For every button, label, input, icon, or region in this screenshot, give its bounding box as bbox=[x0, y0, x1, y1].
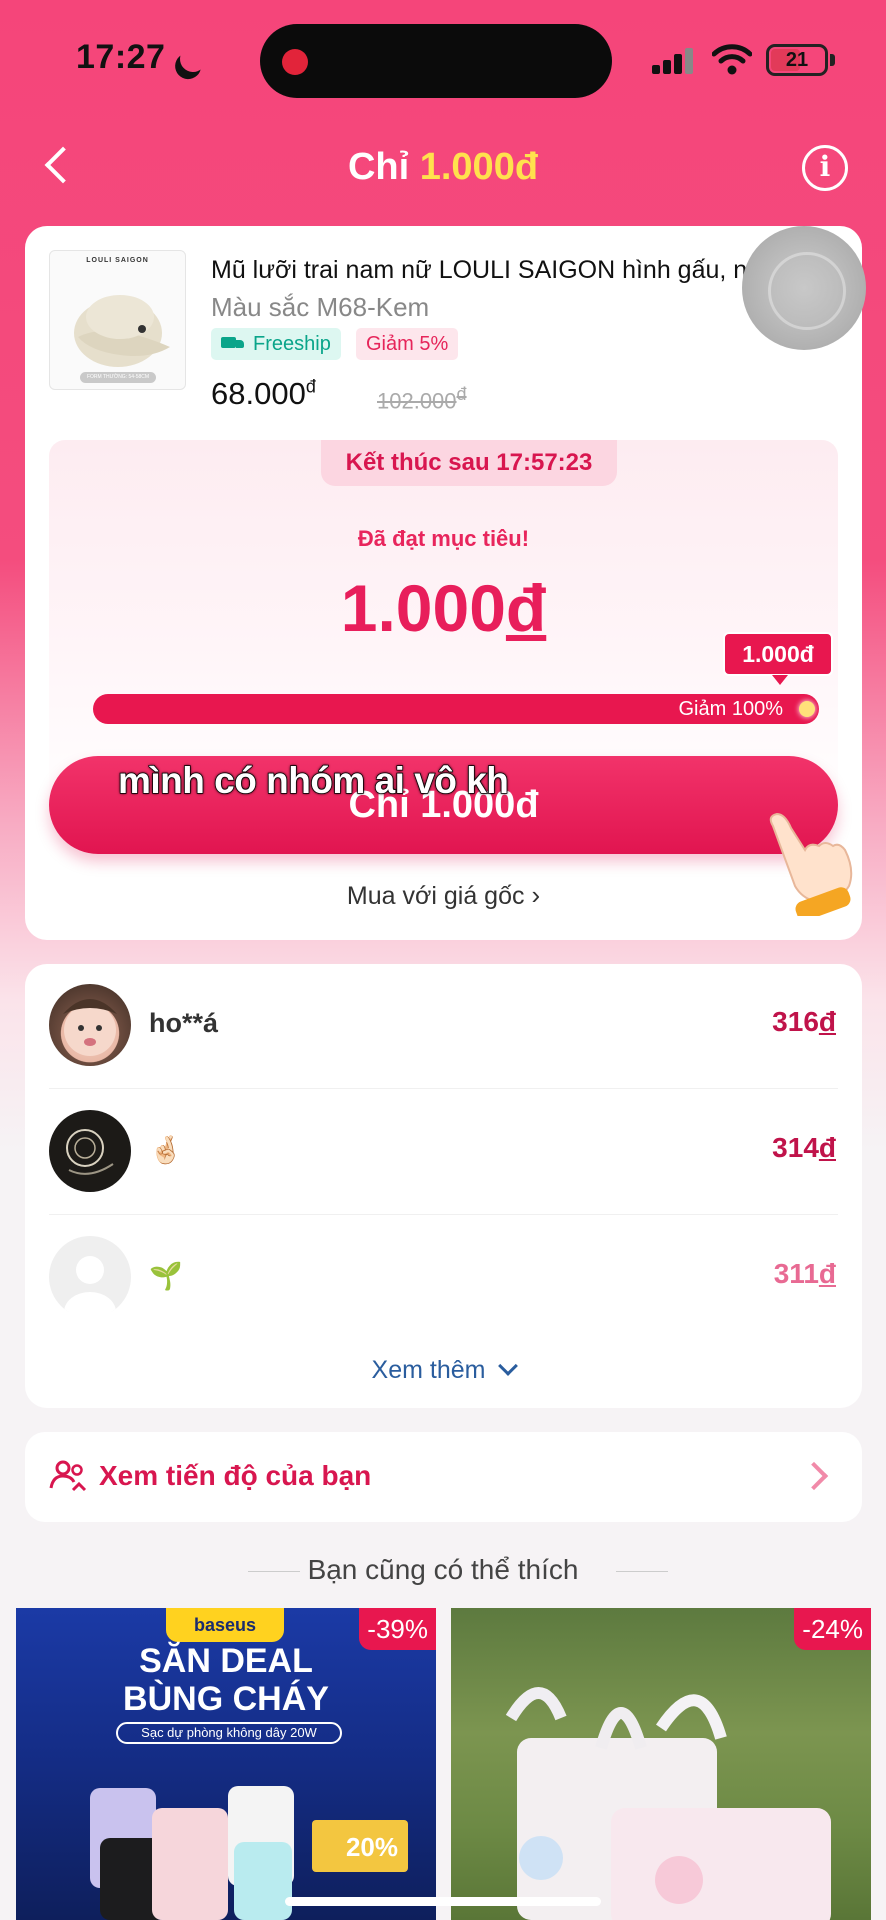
chevron-right-icon bbox=[799, 1461, 829, 1491]
voucher-badge: 20% bbox=[312, 1820, 408, 1872]
list-item[interactable]: ho**á 316đ bbox=[25, 964, 862, 1088]
chevron-down-icon bbox=[498, 1356, 519, 1376]
participant-amount-currency: đ bbox=[818, 1258, 836, 1289]
brand-logo: baseus bbox=[166, 1608, 284, 1642]
recommended-product-card[interactable]: baseus -39% SĂN DEAL BÙNG CHÁY Sạc dự ph… bbox=[16, 1608, 436, 1920]
list-item[interactable]: 🤞🏻 314đ bbox=[25, 1090, 862, 1214]
product-variant: Màu sắc M68-Kem bbox=[211, 292, 430, 322]
battery-icon: 21 bbox=[766, 44, 828, 76]
participants-list: ho**á 316đ 🤞🏻 314đ 🌱 311đ Xem thêm bbox=[25, 964, 862, 1408]
participant-amount-value: 311 bbox=[773, 1258, 819, 1289]
buy-original-price-link[interactable]: Mua với giá gốc › bbox=[25, 880, 862, 911]
promo-line-2: BÙNG CHÁY bbox=[123, 1680, 329, 1718]
promo-line-1: SĂN DEAL bbox=[139, 1642, 313, 1680]
status-time: 17:27 bbox=[76, 38, 166, 76]
truck-icon bbox=[221, 337, 245, 351]
divider bbox=[49, 1214, 838, 1215]
cap-image bbox=[74, 295, 170, 367]
avatar bbox=[49, 1236, 131, 1312]
recommend-section-title: Bạn cũng có thể thích bbox=[0, 1554, 886, 1586]
divider bbox=[49, 1088, 838, 1089]
status-bar: 17:27 21 bbox=[0, 0, 886, 120]
progress-knob bbox=[799, 701, 815, 717]
tote-bag-image bbox=[505, 1687, 831, 1920]
participant-name: ho**á bbox=[149, 1008, 219, 1038]
thumb-tag: FORM THƯỜNG: 54-58CM bbox=[80, 372, 156, 383]
freeship-badge: Freeship bbox=[211, 328, 341, 360]
progress-label: Giảm 100% bbox=[678, 698, 784, 720]
participant-name: 🌱 bbox=[149, 1261, 183, 1291]
current-price: 68.000đ bbox=[211, 376, 316, 412]
list-item[interactable]: 🌱 311đ bbox=[25, 1216, 862, 1312]
chevron-right-icon: › bbox=[531, 880, 541, 910]
participant-amount-value: 314 bbox=[772, 1132, 819, 1163]
participant-amount: 311đ bbox=[774, 1258, 836, 1290]
battery-cap bbox=[830, 54, 835, 66]
users-icon bbox=[49, 1460, 87, 1492]
progress-bubble: 1.000đ bbox=[723, 632, 833, 685]
participant-amount-currency: đ bbox=[818, 1132, 836, 1163]
avatar bbox=[49, 1110, 131, 1192]
my-progress-label: Xem tiến độ của bạn bbox=[99, 1460, 372, 1491]
moon-icon bbox=[176, 42, 209, 75]
participant-amount-value: 316 bbox=[772, 1006, 819, 1037]
wifi-icon bbox=[712, 44, 752, 75]
title-price: 1.000đ bbox=[419, 146, 539, 188]
discount-badge: Giảm 5% bbox=[356, 328, 459, 360]
see-more-label: Xem thêm bbox=[371, 1356, 486, 1384]
cellular-signal-icon bbox=[652, 48, 694, 74]
goal-amount-currency: đ bbox=[505, 571, 547, 645]
power-bank-image bbox=[152, 1808, 228, 1920]
recommended-product-card[interactable]: -24% bbox=[451, 1608, 871, 1920]
home-indicator[interactable] bbox=[285, 1897, 601, 1906]
freeship-label: Freeship bbox=[253, 333, 331, 355]
progress-bar: Giảm 100% bbox=[93, 694, 819, 724]
participant-name: 🤞🏻 bbox=[149, 1135, 183, 1165]
video-caption: mình có nhóm ai vô kh bbox=[117, 759, 509, 802]
recording-dot-icon bbox=[282, 49, 308, 75]
goal-amount-value: 1.000 bbox=[340, 571, 506, 645]
original-price: 102.000đ bbox=[377, 384, 467, 414]
participant-amount-currency: đ bbox=[818, 1006, 836, 1037]
floating-assistive-button[interactable] bbox=[742, 226, 866, 350]
current-price-currency: đ bbox=[305, 376, 316, 397]
voucher-value: 20% bbox=[345, 1832, 398, 1862]
power-bank-image bbox=[234, 1842, 292, 1920]
product-name[interactable]: Mũ lưỡi trai nam nữ LOULI SAIGON hình gấ… bbox=[211, 256, 831, 285]
product-thumbnail[interactable]: LOULI SAIGON FORM THƯỜNG: 54-58CM bbox=[49, 250, 186, 390]
page-title: Chỉ 1.000đ bbox=[0, 146, 886, 189]
avatar bbox=[49, 984, 131, 1066]
original-price-currency: đ bbox=[456, 384, 467, 404]
battery-level: 21 bbox=[785, 49, 809, 71]
participant-amount: 316đ bbox=[772, 1006, 836, 1038]
goal-reached-text: Đã đạt mục tiêu! bbox=[357, 526, 530, 551]
see-more-button[interactable]: Xem thêm bbox=[25, 1356, 862, 1385]
goal-amount: 1.000đ bbox=[49, 570, 838, 646]
buy-original-label: Mua với giá gốc bbox=[346, 882, 525, 910]
info-icon[interactable]: i bbox=[802, 145, 848, 191]
product-card: LOULI SAIGON FORM THƯỜNG: 54-58CM Mũ lưỡ… bbox=[25, 226, 862, 940]
title-prefix: Chỉ bbox=[347, 146, 420, 188]
current-price-value: 68.000 bbox=[211, 376, 306, 411]
original-price-value: 102.000 bbox=[377, 388, 457, 414]
participant-amount: 314đ bbox=[772, 1132, 836, 1164]
countdown-timer: Kết thúc sau 17:57:23 bbox=[321, 440, 617, 486]
dynamic-island bbox=[260, 24, 612, 98]
promo-line-3: Sạc dự phòng không dây 20W bbox=[116, 1722, 342, 1744]
my-progress-link[interactable]: Xem tiến độ của bạn bbox=[25, 1432, 862, 1522]
